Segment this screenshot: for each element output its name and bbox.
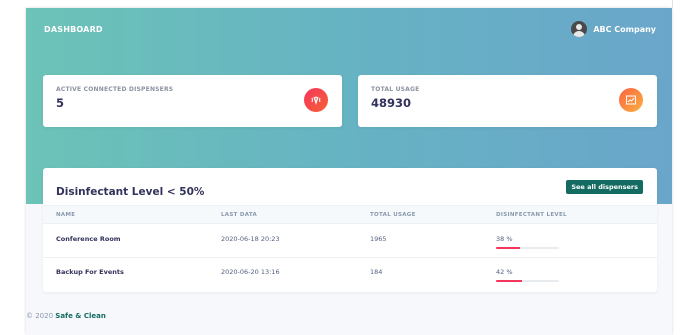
wifi-icon [304, 88, 328, 112]
chart-icon [619, 88, 643, 112]
table-row[interactable]: Backup For Events 2020-06-20 13:16 184 4… [43, 258, 657, 291]
last-data: 2020-06-20 13:16 [221, 268, 280, 276]
user-menu[interactable]: ABC Company [571, 21, 656, 37]
stat-card-active-dispensers: ACTIVE CONNECTED DISPENSERS 5 [43, 75, 342, 127]
column-header-disinfectant-level[interactable]: DISINFECTANT LEVEL [496, 212, 567, 218]
level-progress-bar [496, 247, 559, 249]
level-progress-fill [496, 247, 520, 249]
column-header-total-usage[interactable]: TOTAL USAGE [370, 212, 416, 218]
dashboard-page: DASHBOARD ABC Company ACTIVE CONNECTED D… [26, 8, 672, 335]
page-title[interactable]: DASHBOARD [44, 25, 103, 34]
avatar[interactable] [571, 21, 588, 37]
stat-label: TOTAL USAGE [371, 86, 420, 93]
stat-value: 5 [56, 96, 65, 110]
column-header-name[interactable]: NAME [56, 212, 75, 218]
dispenser-name[interactable]: Conference Room [56, 235, 121, 243]
footer-brand-link[interactable]: Safe & Clean [55, 312, 106, 320]
table-title: Disinfectant Level < 50% [56, 186, 205, 198]
total-usage: 184 [370, 268, 383, 276]
copyright: © 2020 [26, 312, 54, 320]
level-progress-bar [496, 280, 559, 282]
see-all-dispensers-button[interactable]: See all dispensers [566, 180, 643, 194]
scrollbar[interactable] [672, 0, 673, 8]
last-data: 2020-06-18 20:23 [221, 235, 280, 243]
stat-value: 48930 [371, 96, 412, 110]
company-name[interactable]: ABC Company [593, 25, 656, 34]
column-header-last-data[interactable]: LAST DATA [221, 212, 257, 218]
stat-label: ACTIVE CONNECTED DISPENSERS [56, 86, 174, 93]
total-usage: 1965 [370, 235, 387, 243]
level-text: 42 % [496, 268, 513, 276]
table-header: NAME LAST DATA TOTAL USAGE DISINFECTANT … [43, 205, 657, 224]
table-row[interactable]: Conference Room 2020-06-18 20:23 1965 38… [43, 225, 657, 258]
stat-card-total-usage: TOTAL USAGE 48930 [358, 75, 657, 127]
dispenser-name[interactable]: Backup For Events [56, 268, 124, 276]
low-level-table-card: Disinfectant Level < 50% See all dispens… [43, 168, 657, 292]
footer: © 2020 Safe & Clean [26, 312, 106, 320]
level-progress-fill [496, 280, 523, 282]
level-text: 38 % [496, 235, 513, 243]
